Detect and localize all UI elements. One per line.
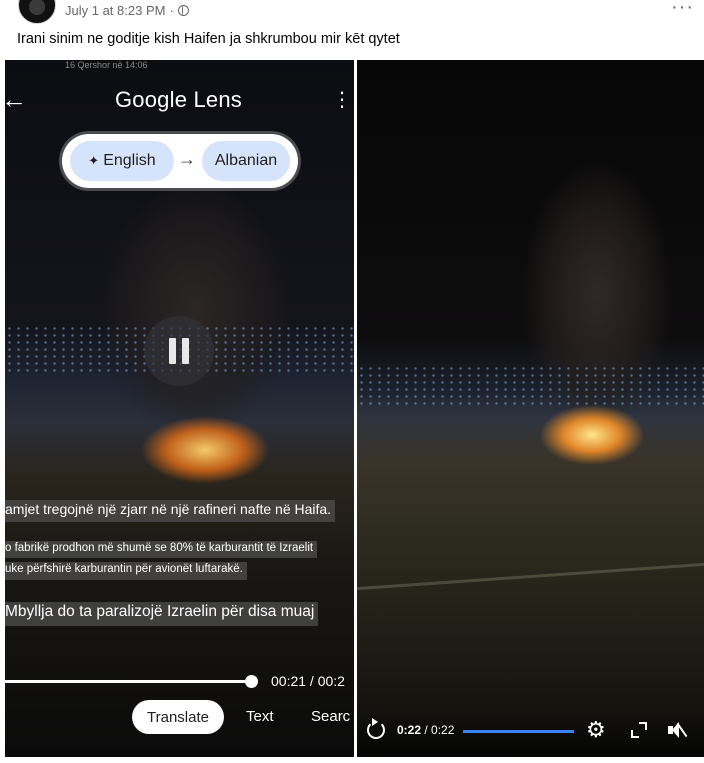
volume-muted-icon[interactable] <box>668 721 690 739</box>
facebook-post: July 1 at 8:23 PM · ··· Irani sinim ne g… <box>0 0 704 763</box>
video-controls: 0:22 / 0:22 ⚙ <box>357 711 704 757</box>
app-title: Google Lens <box>115 87 242 112</box>
subtitle-line: Mbyllja do ta paralizojë Izraelin për di… <box>5 602 319 626</box>
gear-icon[interactable]: ⚙ <box>586 719 606 741</box>
seek-handle[interactable] <box>245 675 258 688</box>
status-time: 16 Qershor në 14:06 <box>65 60 148 70</box>
replay-icon[interactable] <box>367 718 385 739</box>
target-language-label: Albanian <box>214 152 278 169</box>
left-video[interactable]: 16 Qershor në 14:06 ← Google Lens ⋮ ✦ En… <box>5 60 354 757</box>
video-time: 0:22 / 0:22 <box>397 723 454 737</box>
post-timestamp[interactable]: July 1 at 8:23 PM <box>65 3 165 18</box>
pause-icon[interactable] <box>144 316 214 386</box>
progress-bar[interactable] <box>463 730 574 733</box>
source-language-chip[interactable]: ✦ English <box>70 141 174 181</box>
tab-text[interactable]: Text <box>246 708 274 725</box>
target-language-chip[interactable]: Albanian <box>202 141 290 181</box>
tab-translate[interactable]: Translate <box>132 700 224 734</box>
avatar[interactable] <box>18 0 56 24</box>
language-selector: ✦ English → Albanian <box>62 134 298 188</box>
back-arrow-icon[interactable]: ← <box>5 86 27 112</box>
total-time: / 0:22 <box>424 723 455 737</box>
lens-tabs: Translate Text Searc <box>5 700 354 740</box>
sparkle-icon: ✦ <box>88 153 100 168</box>
subtitle-line: amjet tregojnë një zjarr në një rafineri… <box>5 500 336 522</box>
subtitle-line: o fabrikë prodhon më shumë se 80% të kar… <box>5 541 318 558</box>
globe-icon <box>177 5 189 16</box>
tab-search[interactable]: Searc <box>311 708 350 725</box>
seek-bar[interactable] <box>5 680 255 683</box>
source-language-label: English <box>103 152 156 169</box>
time-display: 00:21 / 00:2 <box>271 673 345 689</box>
kebab-menu-icon[interactable]: ⋮ <box>332 90 352 110</box>
right-video[interactable]: 0:22 / 0:22 ⚙ <box>357 60 704 757</box>
current-time: 0:22 <box>397 723 422 737</box>
subtitle-line: uke përfshirë karburantin për avionët lu… <box>5 562 247 580</box>
arrow-right-icon: → <box>178 149 196 169</box>
post-meta: July 1 at 8:23 PM · <box>65 3 189 18</box>
more-options-icon[interactable]: ··· <box>671 0 694 19</box>
post-caption: Irani sinim ne goditje kish Haifen ja sh… <box>17 31 400 47</box>
fullscreen-icon[interactable] <box>631 722 647 738</box>
city-lights <box>357 365 704 405</box>
